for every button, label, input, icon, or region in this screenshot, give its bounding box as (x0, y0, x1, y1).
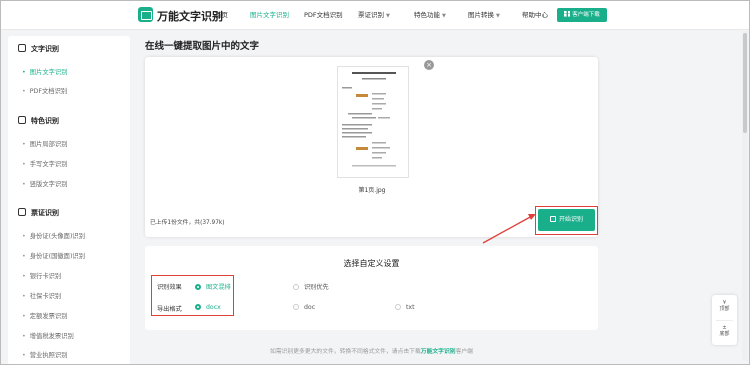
divider (716, 320, 733, 321)
footer-text-end: 客户端 (455, 349, 473, 355)
radio-effect-priority-label: 识别优先 (304, 284, 329, 291)
settings-title: 选择自定义设置 (343, 259, 400, 268)
radio-dot (293, 284, 299, 290)
radio-effect-mixed-label: 图文混排 (206, 284, 231, 291)
radio-dot (195, 304, 201, 310)
footer-note: 如需识别更多更大的文件，转换不同格式文件，请点击下载万能文字识别客户端 (145, 346, 598, 355)
scroll-bottom-label: 底部 (719, 331, 730, 337)
scroll-top-label: 顶部 (719, 306, 730, 312)
radio-format-doc-label: doc (304, 304, 316, 311)
radio-effect-priority[interactable]: 识别优先 (293, 282, 329, 291)
radio-dot (395, 304, 401, 310)
scroll-bottom-button[interactable]: ± 底部 (712, 325, 737, 337)
radio-dot (293, 304, 299, 310)
radio-format-txt-label: txt (406, 304, 415, 311)
floating-toolbar: ¥ 顶部 ± 底部 (712, 295, 737, 345)
effect-label: 识别效果 (157, 284, 182, 291)
radio-format-doc[interactable]: doc (293, 304, 315, 311)
format-label: 导出格式 (157, 306, 182, 313)
radio-dot (195, 284, 201, 290)
scroll-top-button[interactable]: ¥ 顶部 (712, 300, 737, 312)
footer-download-link[interactable]: 万能文字识别 (421, 349, 456, 355)
footer-text: 如需识别更多更大的文件，转换不同格式文件，请点击下载 (270, 349, 421, 355)
radio-format-txt[interactable]: txt (395, 304, 415, 311)
radio-format-docx[interactable]: docx (195, 304, 221, 311)
radio-effect-mixed[interactable]: 图文混排 (195, 282, 231, 291)
scrollbar-thumb[interactable] (743, 33, 747, 133)
radio-format-docx-label: docx (206, 304, 221, 311)
